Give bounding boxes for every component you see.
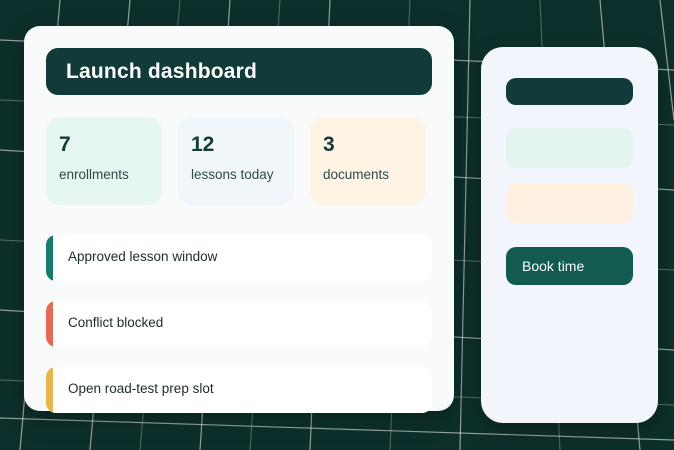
dashboard-card: Launch dashboard 7 enrollments 12 lesson… [24, 26, 454, 413]
stat-label: lessons today [191, 167, 274, 182]
preview-block-placeholder [506, 183, 633, 223]
stat-value: 7 [59, 133, 71, 156]
page-title: Launch dashboard [66, 59, 258, 83]
activity-item-text: Approved lesson window [68, 249, 218, 264]
stat-value: 3 [323, 133, 335, 156]
activity-item-text: Open road-test prep slot [68, 381, 214, 396]
status-indicator [46, 235, 53, 281]
status-indicator [46, 367, 53, 413]
stat-card-documents[interactable]: 3 documents [310, 117, 426, 205]
preview-block-placeholder [506, 128, 633, 168]
preview-header-placeholder [506, 78, 633, 105]
activity-item-open-slot[interactable]: Open road-test prep slot [46, 367, 432, 413]
mobile-preview-card: Book time [481, 47, 658, 423]
stat-card-enrollments[interactable]: 7 enrollments [46, 117, 162, 205]
activity-item-text: Conflict blocked [68, 315, 164, 330]
activity-item-conflict[interactable]: Conflict blocked [46, 301, 432, 347]
stat-value: 12 [191, 133, 215, 156]
stat-label: documents [323, 167, 390, 182]
stat-label: enrollments [59, 167, 129, 182]
stat-card-lessons-today[interactable]: 12 lessons today [178, 117, 294, 205]
header-bar: Launch dashboard [46, 48, 432, 95]
status-indicator [46, 301, 53, 347]
book-time-button[interactable]: Book time [506, 247, 633, 285]
activity-item-approved[interactable]: Approved lesson window [46, 235, 432, 281]
